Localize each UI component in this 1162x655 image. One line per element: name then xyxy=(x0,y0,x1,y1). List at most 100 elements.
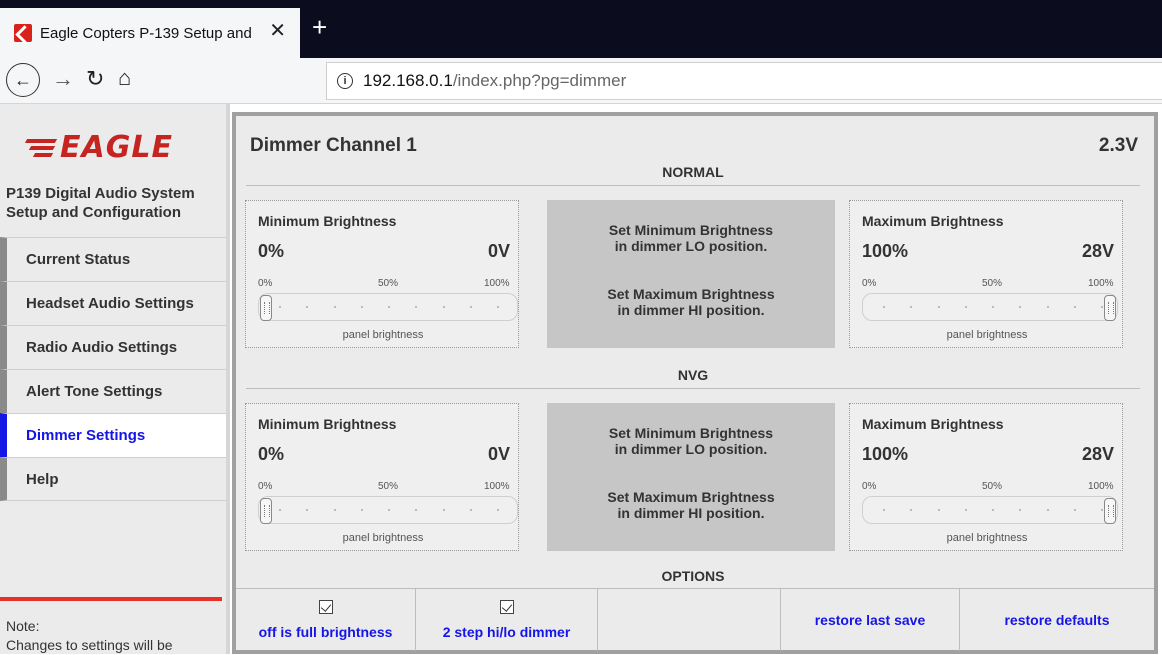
instruction-line: in dimmer LO position. xyxy=(614,441,768,457)
tick-high: 100% xyxy=(484,278,510,289)
section-label-nvg: NVG xyxy=(677,367,709,383)
options-bar: off is full brightness 2 step hi/lo dimm… xyxy=(236,588,1154,651)
eagle-logo: EAGLE xyxy=(24,130,173,165)
instruction-line: Set Minimum Brightness xyxy=(608,222,774,238)
new-tab-icon[interactable]: + xyxy=(312,14,327,40)
min-brightness-heading: Minimum Brightness xyxy=(258,416,397,432)
section-label-options: OPTIONS xyxy=(661,568,725,584)
normal-instructions: Set Minimum Brightness in dimmer LO posi… xyxy=(547,200,835,348)
nvg-instructions: Set Minimum Brightness in dimmer LO posi… xyxy=(547,403,835,551)
max-brightness-percent: 100% xyxy=(862,241,909,261)
instruction-line: in dimmer HI position. xyxy=(617,302,765,318)
sidebar-item-headset-audio[interactable]: Headset Audio Settings xyxy=(0,281,226,325)
tick-mid: 50% xyxy=(982,481,1003,492)
restore-last-save-button[interactable]: restore last save xyxy=(781,589,960,651)
option-off-full-brightness[interactable]: off is full brightness xyxy=(236,589,416,651)
normal-max-card: Maximum Brightness 100% 28V 0% 50% 100% … xyxy=(849,200,1123,348)
address-bar[interactable]: i 192.168.0.1 /index.php?pg=dimmer xyxy=(326,62,1162,100)
slider-caption: panel brightness xyxy=(342,532,424,544)
sidebar-item-current-status[interactable]: Current Status xyxy=(0,237,226,281)
slider-caption: panel brightness xyxy=(946,329,1028,341)
tick-low: 0% xyxy=(862,278,877,289)
slider-caption: panel brightness xyxy=(946,532,1028,544)
note-label: Note: xyxy=(6,618,40,634)
option-label: restore defaults xyxy=(1004,612,1110,628)
sidebar-item-alert-tone[interactable]: Alert Tone Settings xyxy=(0,369,226,413)
back-arrow-icon[interactable]: ← xyxy=(6,63,40,97)
max-brightness-volts: 28V xyxy=(1081,444,1114,464)
min-brightness-volts: 0V xyxy=(487,444,510,464)
min-brightness-slider[interactable] xyxy=(258,293,518,321)
max-brightness-slider[interactable] xyxy=(862,496,1118,524)
channel-title: Dimmer Channel 1 xyxy=(250,135,417,156)
sidebar: EAGLE P139 Digital Audio System Setup an… xyxy=(0,104,226,654)
tab-title: Eagle Copters P-139 Setup and xyxy=(40,24,252,42)
tick-mid: 50% xyxy=(378,278,399,289)
browser-navbar: ← → ↻ ⌂ i 192.168.0.1 /index.php?pg=dimm… xyxy=(0,58,1162,104)
instruction-line: Set Minimum Brightness xyxy=(608,425,774,441)
max-brightness-heading: Maximum Brightness xyxy=(862,213,1004,229)
slider-ticks xyxy=(883,509,1103,511)
slider-ticks xyxy=(883,306,1103,308)
slider-caption: panel brightness xyxy=(342,329,424,341)
url-host: 192.168.0.1 xyxy=(363,71,453,90)
tick-mid: 50% xyxy=(982,278,1003,289)
slider-thumb[interactable] xyxy=(1104,295,1116,321)
sidebar-item-help[interactable]: Help xyxy=(0,457,226,501)
note-text: Changes to settings will be xyxy=(6,637,173,653)
slider-thumb[interactable] xyxy=(260,498,272,524)
nvg-max-card: Maximum Brightness 100% 28V 0% 50% 100% … xyxy=(849,403,1123,551)
sidebar-item-dimmer[interactable]: Dimmer Settings xyxy=(0,413,226,457)
tick-low: 0% xyxy=(258,278,273,289)
reload-icon[interactable]: ↻ xyxy=(86,66,104,92)
slider-ticks xyxy=(279,306,499,308)
dimmer-panel: Dimmer Channel 1 2.3V NORMAL Minimum Bri… xyxy=(232,112,1158,654)
option-label: restore last save xyxy=(814,612,926,628)
channel-voltage: 2.3V xyxy=(1098,135,1138,156)
tick-high: 100% xyxy=(1088,481,1114,492)
logo-text: EAGLE xyxy=(60,130,173,165)
sidebar-item-radio-audio[interactable]: Radio Audio Settings xyxy=(0,325,226,369)
section-label-normal: NORMAL xyxy=(662,164,724,180)
min-brightness-heading: Minimum Brightness xyxy=(258,213,397,229)
option-2-step-dimmer[interactable]: 2 step hi/lo dimmer xyxy=(416,589,598,651)
browser-tab[interactable]: Eagle Copters P-139 Setup and ✕ xyxy=(0,8,300,58)
close-tab-icon[interactable]: ✕ xyxy=(269,21,286,41)
slider-thumb[interactable] xyxy=(260,295,272,321)
eagle-wings-icon xyxy=(24,136,58,160)
tick-low: 0% xyxy=(258,481,273,492)
checkbox-icon[interactable] xyxy=(499,600,514,614)
tick-high: 100% xyxy=(1088,278,1114,289)
option-empty xyxy=(598,589,781,651)
section-rule xyxy=(246,185,1140,186)
home-icon[interactable]: ⌂ xyxy=(118,65,131,91)
system-title: P139 Digital Audio System Setup and Conf… xyxy=(6,185,195,221)
section-rule xyxy=(246,388,1140,389)
slider-thumb[interactable] xyxy=(1104,498,1116,524)
info-icon[interactable]: i xyxy=(337,73,353,89)
restore-defaults-button[interactable]: restore defaults xyxy=(960,589,1154,651)
sidebar-divider xyxy=(226,104,230,654)
instruction-line: Set Maximum Brightness xyxy=(607,489,775,505)
nvg-min-card: Minimum Brightness 0% 0V 0% 50% 100% pan… xyxy=(245,403,519,551)
max-brightness-slider[interactable] xyxy=(862,293,1118,321)
min-brightness-percent: 0% xyxy=(258,444,285,464)
min-brightness-slider[interactable] xyxy=(258,496,518,524)
option-label: off is full brightness xyxy=(258,624,393,640)
browser-tab-strip: Eagle Copters P-139 Setup and ✕ + xyxy=(0,0,1162,58)
min-brightness-volts: 0V xyxy=(487,241,510,261)
checkbox-icon[interactable] xyxy=(318,600,333,614)
slider-ticks xyxy=(279,509,499,511)
forward-arrow-icon[interactable]: → xyxy=(52,66,74,92)
instruction-line: Set Maximum Brightness xyxy=(607,286,775,302)
min-brightness-percent: 0% xyxy=(258,241,285,261)
note-divider xyxy=(0,597,222,601)
tick-low: 0% xyxy=(862,481,877,492)
max-brightness-percent: 100% xyxy=(862,444,909,464)
instruction-line: in dimmer LO position. xyxy=(614,238,768,254)
url-path: /index.php?pg=dimmer xyxy=(452,71,627,90)
tick-mid: 50% xyxy=(378,481,399,492)
eagle-favicon-icon xyxy=(14,24,32,42)
option-label: 2 step hi/lo dimmer xyxy=(442,624,571,640)
note: Note: Changes to settings will be xyxy=(6,617,173,655)
